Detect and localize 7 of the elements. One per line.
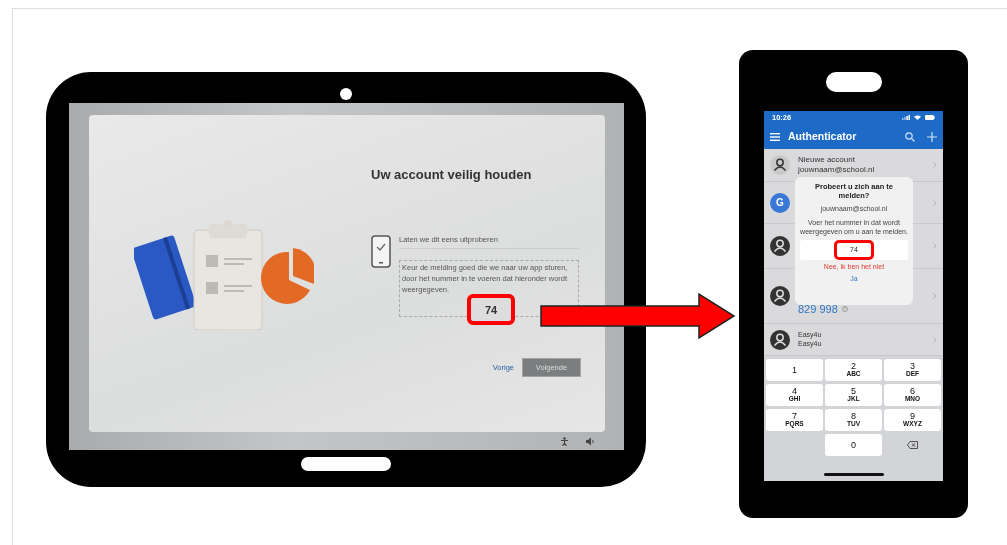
account-detail: jouwnaam@school.nl [798,165,876,176]
page-title: Uw account veilig houden [371,167,533,183]
account-name: Nieuwe account [798,154,856,165]
number-display: 74 [467,294,515,326]
avatar-icon: G [770,192,790,213]
app-title: Authenticator [788,128,858,144]
one-time-code: 829 998 [798,301,838,317]
